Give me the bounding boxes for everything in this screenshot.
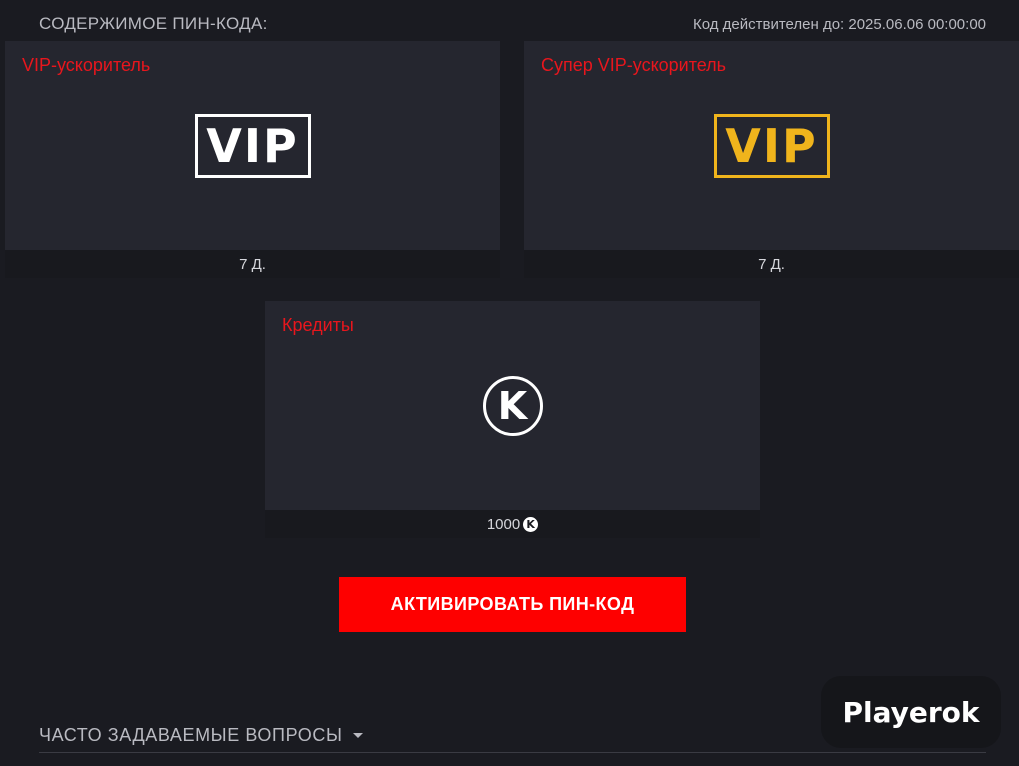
page-title: СОДЕРЖИМОЕ ПИН-КОДА: — [39, 14, 268, 33]
activate-pin-button[interactable]: АКТИВИРОВАТЬ ПИН-КОД — [339, 577, 686, 632]
card-title: Супер VIP-ускоритель — [541, 55, 727, 75]
vip-icon-text: VIP — [194, 113, 311, 178]
card-super-vip-booster: Супер VIP-ускоритель VIP 7 Д. — [524, 41, 1019, 278]
faq-label: ЧАСТО ЗАДАВАЕМЫЕ ВОПРОСЫ — [39, 724, 343, 745]
card-title: Кредиты — [282, 315, 354, 335]
caret-down-icon — [352, 732, 363, 738]
card-title: VIP-ускоритель — [22, 55, 151, 75]
credits-amount: 1000 — [486, 515, 521, 533]
card-footer-duration: 7 Д. — [524, 250, 1019, 278]
card-vip-booster: VIP-ускоритель VIP 7 Д. — [5, 41, 500, 278]
vip-icon-text: VIP — [713, 113, 830, 178]
valid-until-text: Код действителен до: 2025.06.06 00:00:00 — [692, 16, 986, 33]
vip-gold-icon: VIP — [713, 113, 830, 178]
card-body: VIP-ускоритель VIP — [5, 41, 500, 250]
brand-logo: Playerok — [821, 676, 1001, 748]
brand-name: Playerok — [842, 695, 980, 729]
card-body: Супер VIP-ускоритель VIP — [524, 41, 1019, 250]
credits-icon-text: K — [482, 375, 543, 436]
card-footer-amount: 1000 K — [265, 510, 760, 538]
card-credits: Кредиты K 1000 K — [265, 301, 760, 538]
card-body: Кредиты K — [265, 301, 760, 510]
card-footer-duration: 7 Д. — [5, 250, 500, 278]
credits-icon: K — [482, 375, 543, 436]
credits-small-icon: K — [523, 516, 539, 532]
vip-white-icon: VIP — [194, 113, 311, 178]
